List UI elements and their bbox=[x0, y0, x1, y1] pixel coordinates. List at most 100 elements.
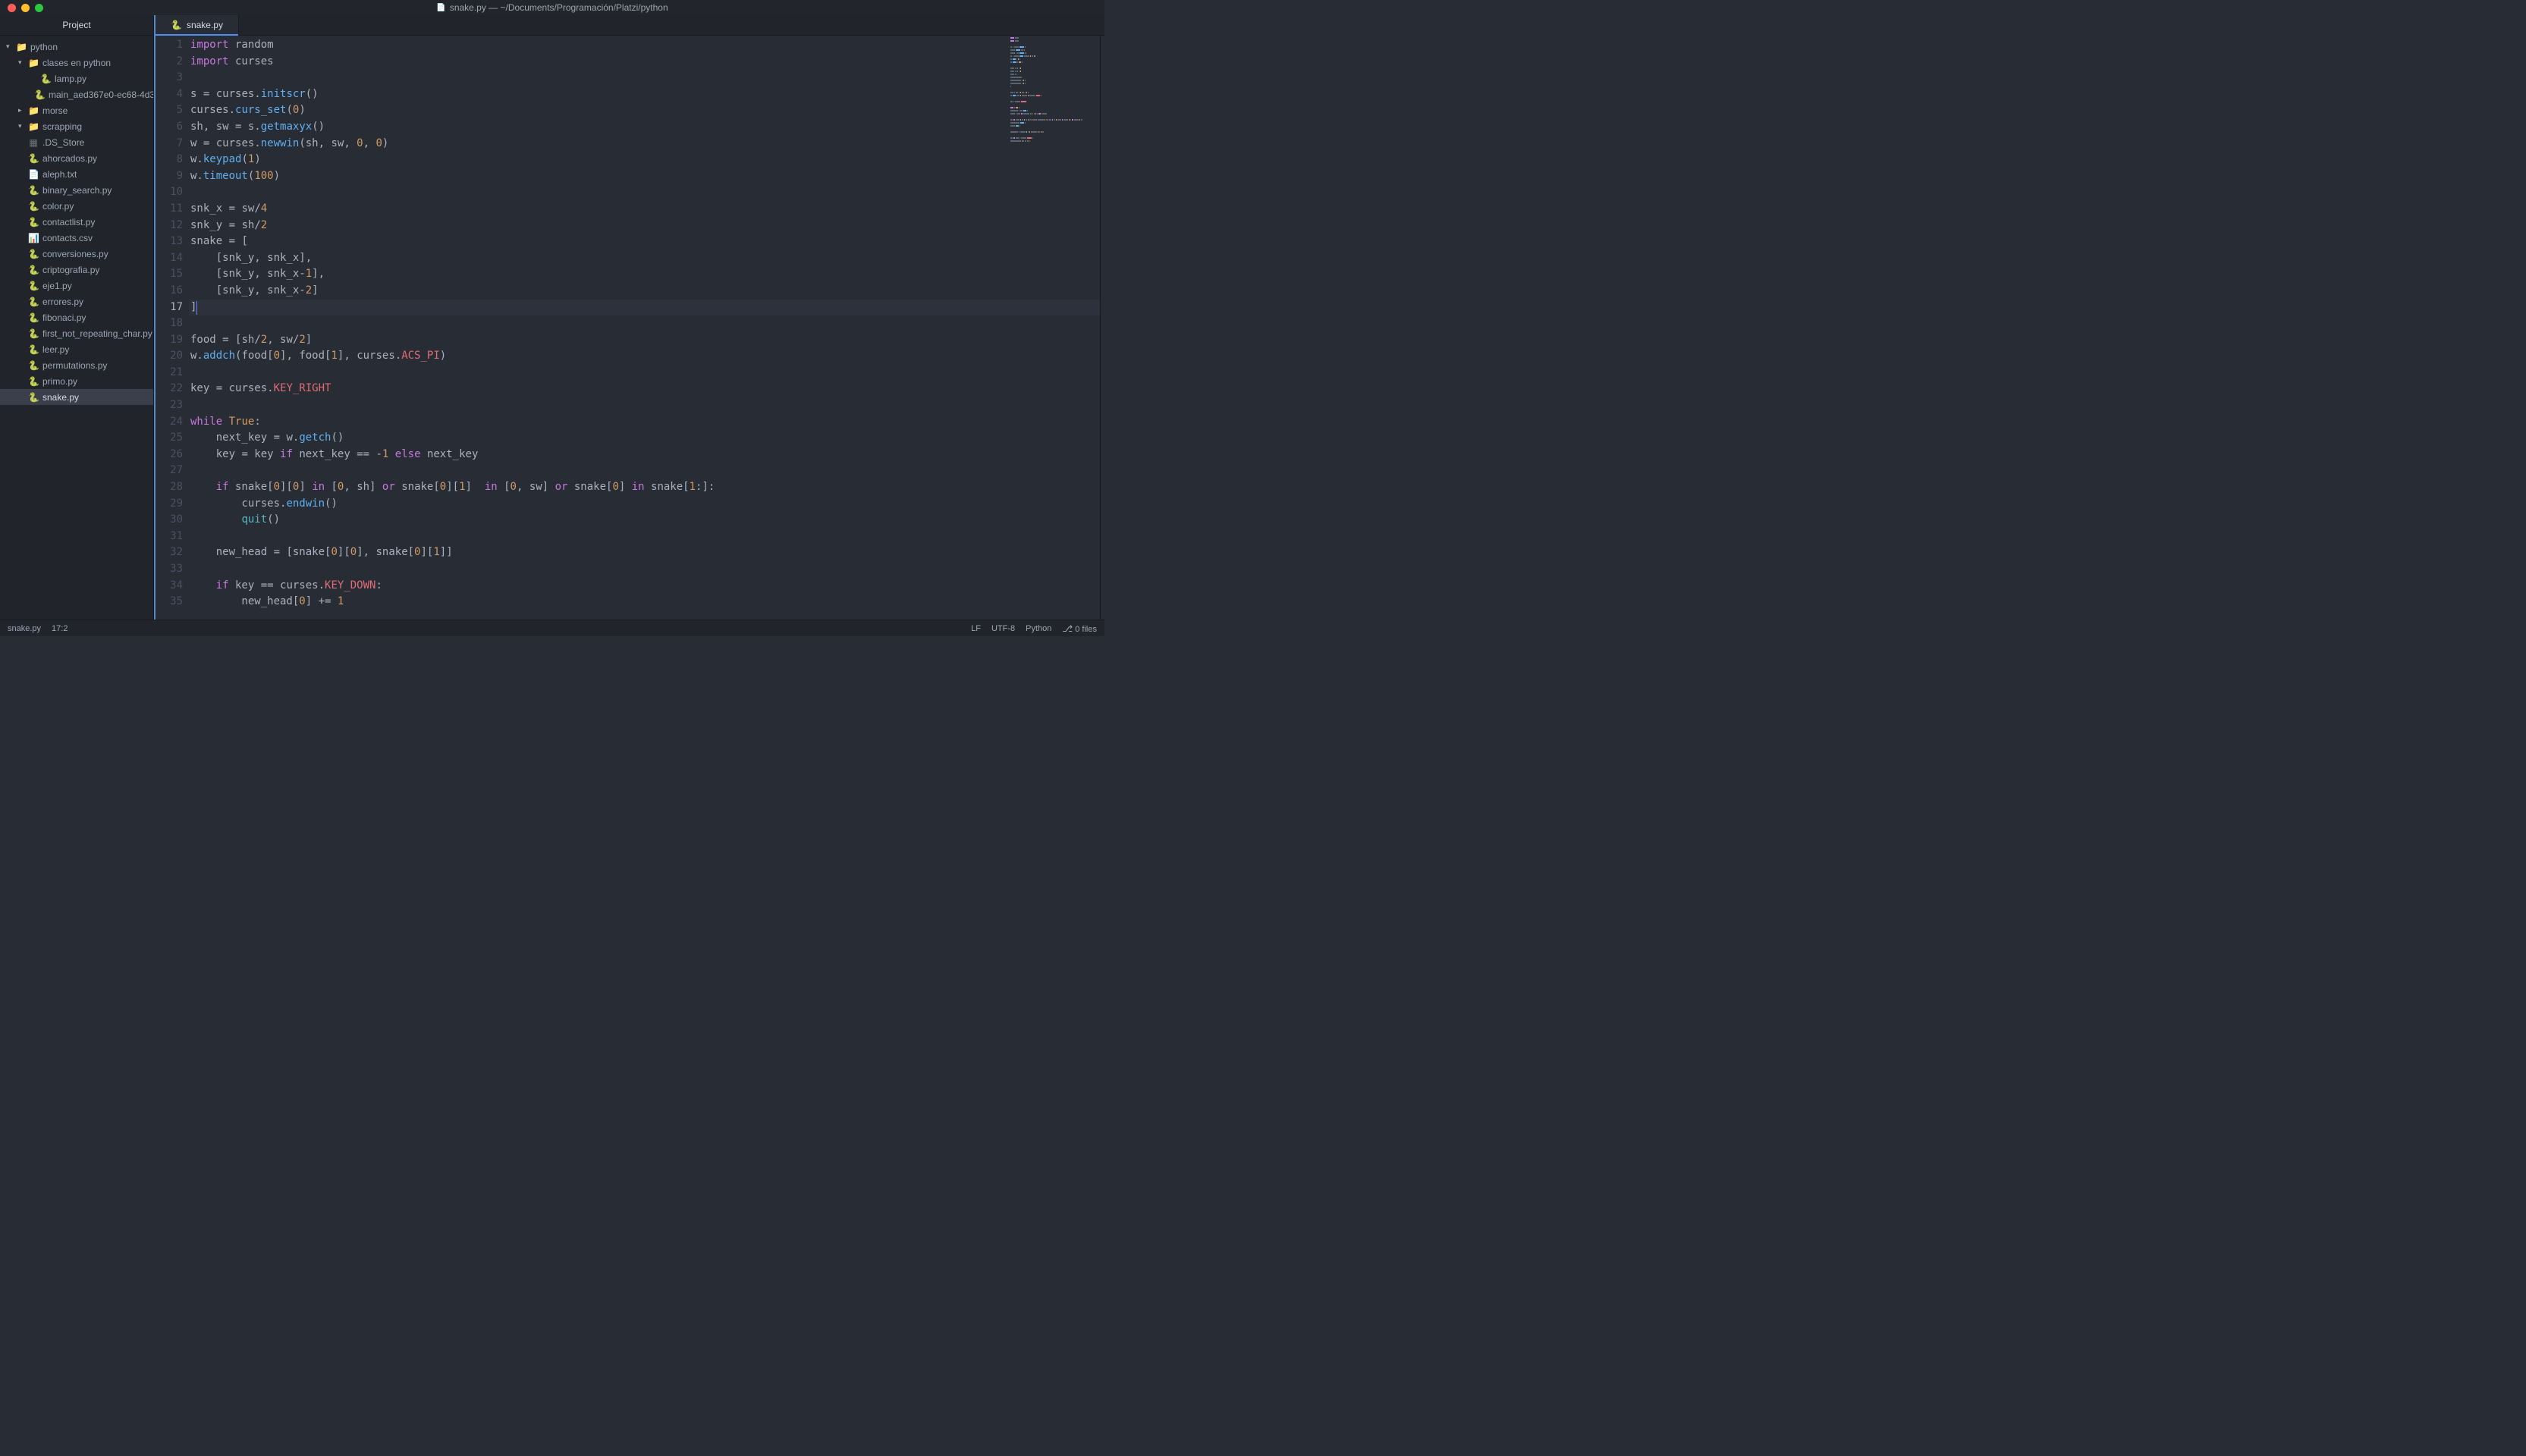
gutter-line-number: 22 bbox=[156, 381, 183, 397]
code-line[interactable]: new_head[0] += 1 bbox=[189, 594, 1104, 610]
code-line[interactable]: [snk_y, snk_x], bbox=[189, 250, 1104, 267]
tree-item-label: python bbox=[30, 42, 58, 52]
tree-item-label: morse bbox=[42, 105, 68, 116]
status-encoding[interactable]: UTF-8 bbox=[991, 624, 1015, 633]
tree-file[interactable]: ▦.DS_Store bbox=[0, 134, 153, 150]
tree-file[interactable]: 🐍 lamp.py bbox=[0, 71, 153, 86]
status-git-label: 0 files bbox=[1075, 625, 1097, 634]
py-icon: 🐍 bbox=[28, 392, 39, 403]
py-icon: 🐍 bbox=[28, 328, 39, 339]
tab-label: snake.py bbox=[187, 20, 223, 30]
code-line[interactable] bbox=[189, 184, 1104, 201]
code-line[interactable]: w.timeout(100) bbox=[189, 168, 1104, 185]
tree-file[interactable]: 🐍ahorcados.py bbox=[0, 150, 153, 166]
tree-file[interactable]: 🐍eje1.py bbox=[0, 278, 153, 293]
code-line[interactable]: w.addch(food[0], food[1], curses.ACS_PI) bbox=[189, 348, 1104, 365]
code-line[interactable]: food = [sh/2, sw/2] bbox=[189, 332, 1104, 349]
maximize-window-button[interactable] bbox=[35, 4, 43, 12]
status-filename[interactable]: snake.py bbox=[8, 624, 41, 633]
tree-item-label: clases en python bbox=[42, 58, 111, 68]
code-line[interactable]: sh, sw = s.getmaxyx() bbox=[189, 119, 1104, 136]
code-line[interactable]: if key == curses.KEY_DOWN: bbox=[189, 578, 1104, 595]
tree-file[interactable]: 🐍contactlist.py bbox=[0, 214, 153, 230]
code-line[interactable]: curses.curs_set(0) bbox=[189, 102, 1104, 119]
gutter-line-number: 13 bbox=[156, 234, 183, 250]
tree-file[interactable]: 🐍first_not_repeating_char.py bbox=[0, 325, 153, 341]
code-line[interactable] bbox=[189, 70, 1104, 86]
tree-file[interactable]: 🐍errores.py bbox=[0, 293, 153, 309]
tree-folder[interactable]: ▸📁morse bbox=[0, 102, 153, 118]
tree-file[interactable]: 📊contacts.csv bbox=[0, 230, 153, 246]
py-icon: 🐍 bbox=[28, 201, 39, 212]
code-line[interactable] bbox=[189, 529, 1104, 545]
code-line[interactable]: [snk_y, snk_x-1], bbox=[189, 266, 1104, 283]
code-line[interactable]: quit() bbox=[189, 512, 1104, 529]
code-line[interactable]: new_head = [snake[0][0], snake[0][1]] bbox=[189, 544, 1104, 561]
tree-item-label: snake.py bbox=[42, 392, 79, 403]
status-line-ending[interactable]: LF bbox=[971, 624, 981, 633]
gutter-line-number: 16 bbox=[156, 283, 183, 300]
tree-file[interactable]: 🐍primo.py bbox=[0, 373, 153, 389]
code-line[interactable]: snake = [ bbox=[189, 234, 1104, 250]
code-line[interactable]: key = key if next_key == -1 else next_ke… bbox=[189, 447, 1104, 463]
folder-icon: 📁 bbox=[28, 105, 39, 116]
gutter-line-number: 25 bbox=[156, 430, 183, 447]
tree-file[interactable]: 🐍leer.py bbox=[0, 341, 153, 357]
tree-file[interactable]: 🐍main_aed367e0-ec68-4d3 bbox=[0, 86, 153, 102]
tree-file[interactable]: 🐍permutations.py bbox=[0, 357, 153, 373]
py-icon: 🐍 bbox=[40, 74, 51, 84]
code-line[interactable] bbox=[189, 365, 1104, 381]
code-line[interactable]: ] bbox=[189, 300, 1104, 316]
minimize-window-button[interactable] bbox=[21, 4, 30, 12]
code-line[interactable]: w = curses.newwin(sh, sw, 0, 0) bbox=[189, 136, 1104, 152]
tree-file[interactable]: 🐍binary_search.py bbox=[0, 182, 153, 198]
code-line[interactable]: import curses bbox=[189, 54, 1104, 71]
close-window-button[interactable] bbox=[8, 4, 16, 12]
code-line[interactable]: w.keypad(1) bbox=[189, 152, 1104, 168]
code-line[interactable]: s = curses.initscr() bbox=[189, 86, 1104, 103]
tree-file[interactable]: 🐍conversiones.py bbox=[0, 246, 153, 262]
code-line[interactable]: [snk_y, snk_x-2] bbox=[189, 283, 1104, 300]
text-cursor bbox=[196, 301, 197, 315]
code-line[interactable]: import random bbox=[189, 37, 1104, 54]
code-content[interactable]: import randomimport curses s = curses.ini… bbox=[189, 36, 1104, 620]
tree-file[interactable]: 🐍criptografia.py bbox=[0, 262, 153, 278]
code-line[interactable] bbox=[189, 315, 1104, 332]
tree-file[interactable]: 🐍fibonaci.py bbox=[0, 309, 153, 325]
tree-folder[interactable]: ▾📁clases en python bbox=[0, 55, 153, 71]
tree-item-label: leer.py bbox=[42, 344, 69, 355]
statusbar: snake.py 17:2 LF UTF-8 Python ⎇ 0 files bbox=[0, 620, 1104, 636]
gutter-line-number: 11 bbox=[156, 201, 183, 218]
txt-icon: 📄 bbox=[28, 169, 39, 180]
gutter-line-number: 34 bbox=[156, 578, 183, 595]
tree-folder[interactable]: ▾📁python bbox=[0, 39, 153, 55]
gutter-line-number: 15 bbox=[156, 266, 183, 283]
tab-snake[interactable]: 🐍 snake.py bbox=[156, 15, 239, 35]
editor[interactable]: 1234567891011121314151617181920212223242… bbox=[156, 36, 1104, 620]
code-line[interactable]: if snake[0][0] in [0, sh] or snake[0][1]… bbox=[189, 479, 1104, 496]
code-line[interactable]: snk_y = sh/2 bbox=[189, 218, 1104, 234]
code-line[interactable] bbox=[189, 561, 1104, 578]
py-icon: 🐍 bbox=[28, 312, 39, 323]
code-line[interactable]: while True: bbox=[189, 414, 1104, 431]
status-git[interactable]: ⎇ 0 files bbox=[1062, 623, 1097, 634]
status-language[interactable]: Python bbox=[1026, 624, 1051, 633]
code-line[interactable] bbox=[189, 463, 1104, 479]
tree-file[interactable]: 🐍color.py bbox=[0, 198, 153, 214]
status-cursor-position[interactable]: 17:2 bbox=[52, 624, 68, 633]
tree-item-label: contacts.csv bbox=[42, 233, 93, 243]
code-line[interactable]: curses.endwin() bbox=[189, 496, 1104, 513]
tree-item-label: lamp.py bbox=[55, 74, 86, 84]
code-line[interactable]: next_key = w.getch() bbox=[189, 430, 1104, 447]
gutter-line-number: 27 bbox=[156, 463, 183, 479]
code-line[interactable] bbox=[189, 397, 1104, 414]
code-line[interactable]: snk_x = sw/4 bbox=[189, 201, 1104, 218]
gutter-line-number: 35 bbox=[156, 594, 183, 610]
tree-item-label: eje1.py bbox=[42, 281, 72, 291]
file-tree[interactable]: ▾📁python▾📁clases en python 🐍 lamp.py 🐍main_… bbox=[0, 36, 153, 620]
code-line[interactable]: key = curses.KEY_RIGHT bbox=[189, 381, 1104, 397]
tree-file[interactable]: 🐍snake.py bbox=[0, 389, 153, 405]
tree-file[interactable]: 📄aleph.txt bbox=[0, 166, 153, 182]
tree-folder[interactable]: ▾📁scrapping bbox=[0, 118, 153, 134]
file-icon: 📄 bbox=[436, 4, 445, 12]
